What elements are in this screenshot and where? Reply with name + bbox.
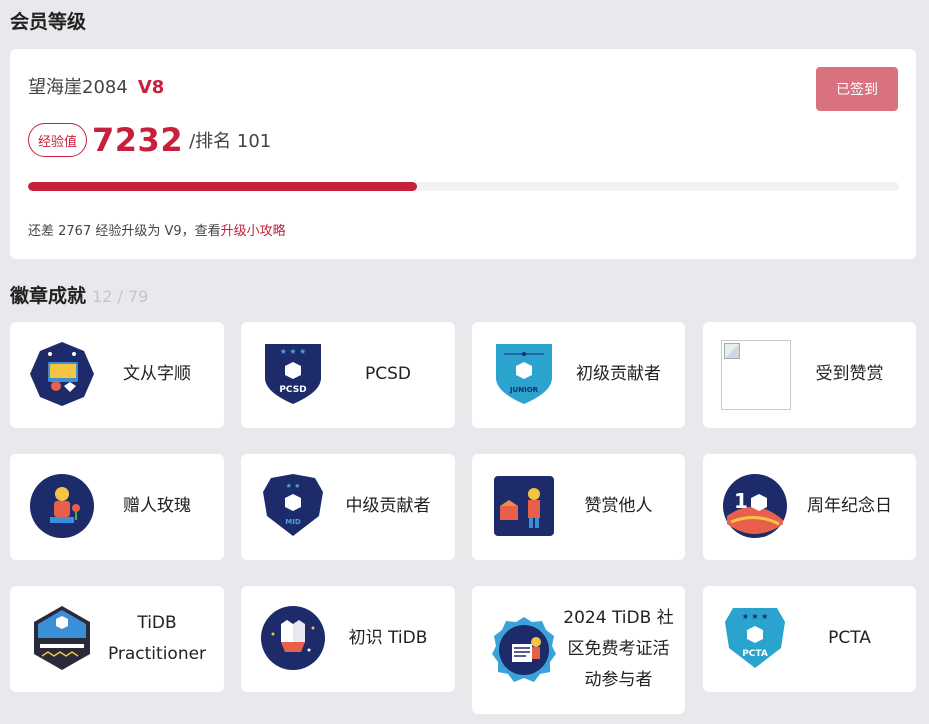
upgrade-hint: 还差 2767 经验升级为 V9，查看升级小攻略 [28, 220, 286, 239]
badge-label-multiline: 2024 TiDB 社 区免费考证活 动参与者 [558, 603, 679, 696]
member-level-card: 望海崖2084 V8 已签到 经验值 7232 /排名 101 还差 2767 经… [10, 49, 916, 259]
svg-text:★ ★ ★: ★ ★ ★ [280, 347, 307, 356]
badge-card-tidb-practitioner[interactable]: TiDB Practitioner [10, 586, 224, 692]
badge-label-line: 区免费考证活 [567, 639, 670, 659]
junior-icon-text: JUNIOR [509, 386, 539, 394]
badges-title: 徽章成就 12 / 79 [10, 281, 148, 308]
checkin-button[interactable]: 已签到 [816, 67, 898, 111]
badge-label-line: 动参与者 [584, 670, 653, 690]
broken-image-icon [721, 340, 791, 410]
badge-label: 初级贡献者 [576, 364, 661, 384]
pcsd-icon-text: PCSD [279, 385, 306, 395]
badge-label: 周年纪念日 [807, 496, 892, 516]
svg-text:★ ★ ★: ★ ★ ★ [742, 612, 769, 621]
level-progress-bar [28, 182, 899, 191]
mid-icon-text: MID [285, 518, 301, 526]
first-tidb-badge-icon [259, 604, 327, 672]
badge-card-pcta[interactable]: ★ ★ ★ PCTA PCTA [703, 586, 916, 692]
badge-label-multiline: TiDB Practitioner [96, 608, 218, 670]
2024-exam-badge-icon [490, 616, 558, 684]
badge-card-junior[interactable]: JUNIOR 初级贡献者 [472, 322, 685, 428]
username: 望海崖2084 [28, 77, 128, 98]
badge-card-pcsd[interactable]: ★ ★ ★ PCSD PCSD [241, 322, 455, 428]
badge-label: 受到赞赏 [815, 364, 884, 384]
anniversary-icon-text: 1 [734, 489, 748, 513]
badge-label-line: TiDB [137, 613, 177, 633]
badge-card-first-tidb[interactable]: 初识 TiDB [241, 586, 455, 692]
upgrade-hint-text: 还差 2767 经验升级为 V9，查看 [28, 224, 221, 239]
badge-label-line: Practitioner [107, 644, 207, 664]
svg-text:★ ★: ★ ★ [286, 482, 301, 490]
badge-label: PCTA [828, 628, 871, 648]
badge-card-2024-exam[interactable]: 2024 TiDB 社 区免费考证活 动参与者 [472, 586, 685, 714]
badge-label: 初识 TiDB [348, 628, 428, 648]
badges-title-text: 徽章成就 [10, 285, 87, 307]
member-level-title: 会员等级 [10, 11, 87, 33]
pcta-icon-text: PCTA [742, 649, 768, 659]
badge-card-anniversary[interactable]: 1 周年纪念日 [703, 454, 916, 560]
badge-label: 赠人玫瑰 [123, 496, 191, 516]
badge-label: 文从字顺 [123, 364, 191, 384]
exp-tag: 经验值 [28, 123, 88, 157]
mid-contributor-badge-icon: ★ ★ MID [259, 472, 327, 540]
pcsd-badge-icon: ★ ★ ★ PCSD [259, 340, 327, 408]
wencongzishun-badge-icon [28, 340, 96, 408]
appreciate-others-badge-icon [490, 472, 558, 540]
badge-label: PCSD [364, 364, 411, 384]
badge-label-line: 2024 TiDB 社 [563, 608, 674, 628]
badge-card-mid[interactable]: ★ ★ MID 中级贡献者 [241, 454, 455, 560]
badge-card-wencongzishun[interactable]: 文从字顺 [10, 322, 224, 428]
badge-card-appreciate-others[interactable]: 赞赏他人 [472, 454, 685, 560]
user-line: 望海崖2084 V8 [28, 73, 164, 99]
level-progress-fill [28, 182, 418, 191]
junior-contributor-badge-icon: JUNIOR [490, 340, 558, 408]
tidb-practitioner-badge-icon [28, 604, 96, 672]
upgrade-guide-link[interactable]: 升级小攻略 [221, 224, 286, 239]
rose-gift-badge-icon [28, 472, 96, 540]
badge-label: 中级贡献者 [345, 496, 431, 516]
badge-card-received-praise[interactable]: 受到赞赏 [703, 322, 916, 428]
pcta-badge-icon: ★ ★ ★ PCTA [721, 604, 789, 672]
rank-text: /排名 101 [189, 131, 272, 152]
badges-count: 12 / 79 [92, 287, 149, 306]
anniversary-badge-icon: 1 [721, 472, 789, 540]
exp-value: 7232 [92, 121, 184, 159]
user-level: V8 [137, 77, 165, 98]
badge-card-rose-gift[interactable]: 赠人玫瑰 [10, 454, 224, 560]
exp-line: 经验值 7232 /排名 101 [28, 121, 271, 159]
badge-label: 赞赏他人 [584, 496, 653, 516]
